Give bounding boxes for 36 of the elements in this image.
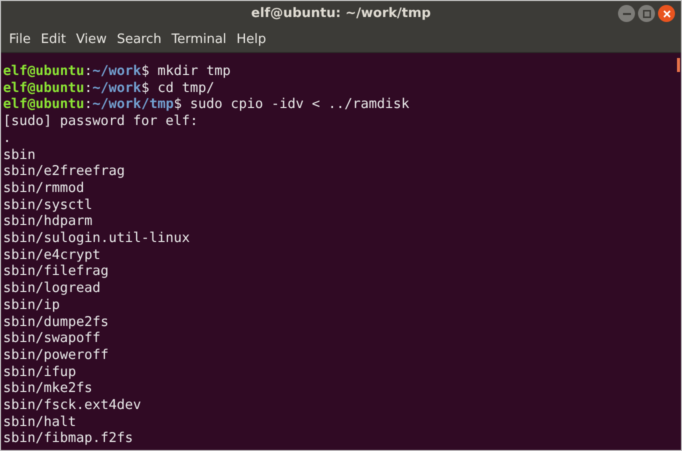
output-line: sbin/logread xyxy=(3,280,101,296)
prompt-line: elf@ubuntu:~/work$ cd tmp/ xyxy=(3,80,214,96)
output-line: sbin/halt xyxy=(3,414,76,430)
output-line: [sudo] password for elf: xyxy=(3,113,198,130)
maximize-icon xyxy=(642,10,650,18)
output-line: sbin/ip xyxy=(3,296,60,313)
output-line: sbin/mke2fs xyxy=(3,380,92,396)
output-line: sbin/fsck.ext4dev xyxy=(3,397,142,414)
prompt-line: elf@ubuntu:~/work/tmp$ sudo cpio -idv < ../ramdisk xyxy=(3,96,410,112)
output-line: sbin/poweroff xyxy=(3,346,109,363)
output-line: sbin/dumpe2fs xyxy=(3,314,109,330)
output-line: sbin/fibmap.f2fs xyxy=(3,430,134,446)
minimize-icon xyxy=(622,12,630,14)
output-line: sbin/filefrag xyxy=(3,263,109,280)
menu-item[interactable]: View xyxy=(72,30,111,48)
minimize-button[interactable] xyxy=(618,5,635,22)
output-line: sbin/sulogin.util-linux xyxy=(3,230,190,246)
menu-item[interactable]: Help xyxy=(232,30,270,48)
close-icon xyxy=(662,10,670,18)
output-line: sbin/ifup xyxy=(3,364,76,380)
output-line: sbin/rmmod xyxy=(3,180,84,196)
menu-item[interactable]: Edit xyxy=(36,30,70,48)
output-line: sbin/e2freefrag xyxy=(3,163,125,180)
close-button[interactable] xyxy=(658,5,675,22)
window-title: elf@ubuntu: ~/work/tmp xyxy=(251,6,431,21)
output-line: sbin/hdparm xyxy=(3,213,92,230)
output-line: sbin/e4crypt xyxy=(3,246,101,263)
output-line: sbin/sysctl xyxy=(3,196,92,213)
output-line: sbin/swapoff xyxy=(3,330,101,346)
menu-item[interactable]: File xyxy=(5,30,35,48)
menu-item[interactable]: Terminal xyxy=(167,30,230,48)
menu-item[interactable]: Search xyxy=(112,30,166,48)
output-line: . xyxy=(3,130,12,146)
output-line: sbin xyxy=(3,146,36,163)
prompt-line: elf@ubuntu:~/work$ mkdir tmp xyxy=(3,63,231,79)
scrollbar-thumb[interactable] xyxy=(677,58,680,72)
